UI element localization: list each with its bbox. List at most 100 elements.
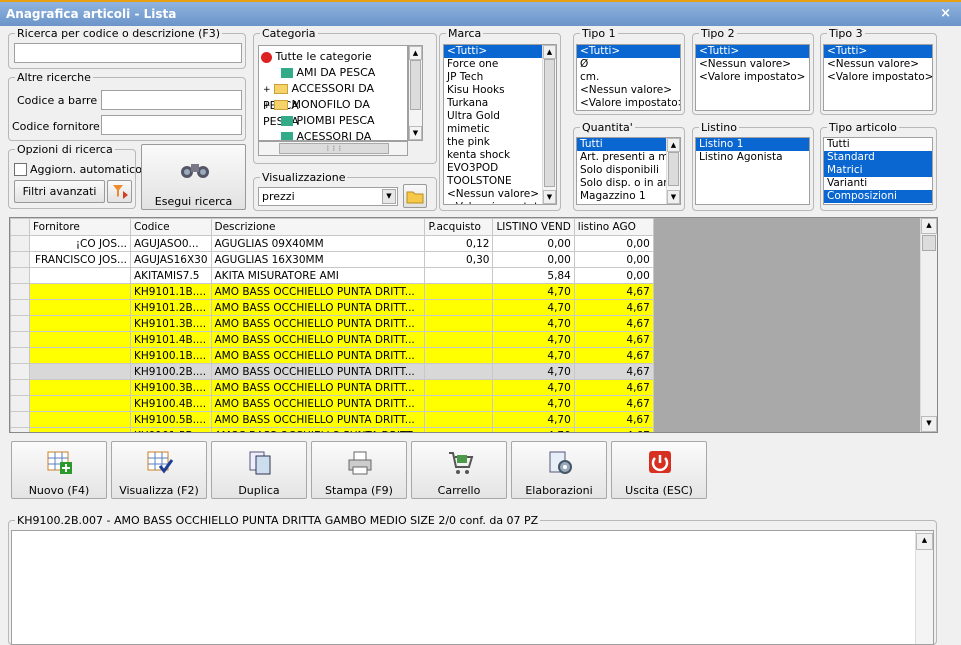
cell-p[interactable] [424, 395, 494, 412]
cell-c[interactable]: KH9101.3B.... [130, 315, 212, 332]
cell-v[interactable]: 5,84 [492, 267, 575, 284]
quantity-list[interactable]: TuttiArt. presenti a magazzinoSolo dispo… [576, 137, 681, 205]
cell-a[interactable]: 4,67 [573, 315, 654, 332]
cell-v[interactable]: 4,70 [492, 299, 575, 316]
row-header[interactable] [10, 251, 30, 268]
cell-c[interactable]: KH9101.2B.... [130, 299, 212, 316]
detail-textarea[interactable]: ▲ [11, 530, 934, 645]
view-folder-button[interactable] [403, 184, 427, 208]
tree-node-ami[interactable]: AMI DA PESCA [281, 65, 375, 81]
row-header[interactable] [10, 267, 30, 284]
close-icon[interactable]: × [940, 6, 951, 21]
cell-v[interactable]: 4,70 [492, 395, 575, 412]
row-header[interactable] [10, 395, 30, 412]
supplier-code-input[interactable] [101, 115, 242, 135]
category-vscroll[interactable]: ▲ ▼ [408, 45, 423, 141]
cell-v[interactable]: 4,70 [492, 331, 575, 348]
col-fornitore[interactable]: Fornitore [29, 218, 131, 236]
table-row[interactable]: KH9101.2B.... AMO BASS OCCHIELLO PUNTA DR… [10, 299, 654, 316]
row-header[interactable] [10, 347, 30, 364]
list-item[interactable]: <Nessun valore> [444, 188, 556, 201]
row-header[interactable] [10, 315, 30, 332]
cell-f[interactable] [29, 315, 131, 332]
tree-node-acessori[interactable]: ACESSORI DA PESCA [281, 129, 407, 140]
cell-a[interactable]: 4,67 [573, 395, 654, 412]
list-item[interactable]: <Tutti> [696, 45, 809, 58]
cell-a[interactable]: 4,67 [573, 411, 654, 428]
cell-d[interactable]: AMO BASS OCCHIELLO PUNTA DRITT... [210, 363, 426, 380]
cell-v[interactable]: 4,70 [492, 427, 575, 432]
tree-node-monofilo[interactable]: + MONOFILO DA PESCA [263, 97, 407, 128]
cell-f[interactable] [29, 363, 131, 380]
cart-button[interactable]: Carrello [411, 441, 507, 499]
cell-v[interactable]: 4,70 [492, 411, 575, 428]
cell-p[interactable] [424, 427, 494, 432]
execute-search-button[interactable]: Esegui ricerca [141, 144, 246, 210]
row-header[interactable] [10, 427, 30, 432]
search-input[interactable] [14, 43, 242, 63]
cell-c[interactable]: KH9100.3B.... [130, 379, 212, 396]
tipo1-list[interactable]: <Tutti> Øcm. <Nessun valore> <Valore impost… [576, 44, 681, 111]
list-item[interactable]: <Nessun valore> [577, 84, 680, 97]
cell-a[interactable]: 0,00 [573, 235, 654, 252]
cell-f[interactable] [29, 347, 131, 364]
cell-f[interactable] [29, 283, 131, 300]
cell-p[interactable] [424, 379, 494, 396]
cell-f[interactable] [29, 427, 131, 432]
col-pacquisto[interactable]: P.acquisto [424, 218, 494, 236]
cell-f[interactable]: ¡CO JOS... [29, 235, 131, 252]
new-button[interactable]: Nuovo (F4) [11, 441, 107, 499]
cell-c[interactable]: KH9101.4B.... [130, 331, 212, 348]
cell-v[interactable]: 4,70 [492, 315, 575, 332]
cell-a[interactable]: 0,00 [573, 267, 654, 284]
cell-p[interactable] [424, 299, 494, 316]
list-item[interactable]: <Tutti> [444, 45, 556, 58]
list-item[interactable]: <Tutti> [824, 45, 932, 58]
cell-c[interactable]: AGUJAS16X30 [130, 251, 212, 268]
print-button[interactable]: Stampa (F9) [311, 441, 407, 499]
cell-v[interactable]: 0,00 [492, 235, 575, 252]
cell-c[interactable]: AKITAMIS7.5 [130, 267, 212, 284]
cell-d[interactable]: AMO BASS OCCHIELLO PUNTA DRITT... [210, 347, 426, 364]
list-item[interactable]: Solo disp. o in arrivo [577, 177, 680, 190]
cell-a[interactable]: 0,00 [573, 251, 654, 268]
expand-icon[interactable]: + [263, 85, 271, 95]
list-item[interactable]: mimetic [444, 123, 556, 136]
cell-f[interactable] [29, 299, 131, 316]
cell-d[interactable]: AMO BASS OCCHIELLO PUNTA DRITT... [210, 299, 426, 316]
view-select[interactable]: prezzi ▼ [258, 187, 398, 206]
list-item[interactable]: Standard [824, 151, 932, 164]
tree-node-accessori[interactable]: + ACCESSORI DA PESCA [263, 81, 407, 112]
chevron-down-icon[interactable]: ▼ [382, 189, 396, 204]
advanced-filters-button[interactable]: Filtri avanzati [14, 180, 105, 203]
cell-d[interactable]: AGUGLIAS 09X40MM [210, 235, 426, 252]
processing-button[interactable]: Elaborazioni [511, 441, 607, 499]
articles-grid[interactable]: Fornitore Codice Descrizione P.acquisto … [9, 217, 938, 433]
cell-p[interactable]: 0,12 [424, 235, 494, 252]
table-row[interactable]: KH9101.5B....AMOS BASS OCCHIELLO PUNTA D… [10, 427, 654, 432]
cell-p[interactable] [424, 347, 494, 364]
listino-list[interactable]: Listino 1 Listino Agonista [695, 137, 810, 205]
cell-c[interactable]: KH9100.5B.... [130, 411, 212, 428]
list-item[interactable]: kenta shock [444, 149, 556, 162]
cell-d[interactable]: AMO BASS OCCHIELLO PUNTA DRITT... [210, 283, 426, 300]
cell-v[interactable]: 0,00 [492, 251, 575, 268]
brand-scrollbar[interactable]: ▲ ▼ [542, 45, 556, 204]
cell-p[interactable] [424, 363, 494, 380]
row-header[interactable] [10, 363, 30, 380]
cell-d[interactable]: AGUGLIAS 16X30MM [210, 251, 426, 268]
cell-d[interactable]: AMO BASS OCCHIELLO PUNTA DRITT... [210, 315, 426, 332]
row-header[interactable] [10, 379, 30, 396]
list-item[interactable]: Tutti [824, 138, 932, 151]
row-header[interactable] [10, 235, 30, 252]
list-item[interactable]: Magazzino 1 [577, 190, 666, 203]
cell-a[interactable]: 4,67 [573, 363, 654, 380]
table-row[interactable]: AKITAMIS7.5 AKITA MISURATORE AMI 5,84 0,00 [10, 267, 654, 284]
view-button[interactable]: Visualizza (F2) [111, 441, 207, 499]
list-item[interactable]: Composizioni [824, 190, 932, 203]
row-header[interactable] [10, 283, 30, 300]
col-listino-vend[interactable]: LISTINO VEND [492, 218, 575, 236]
table-row[interactable]: KH9100.5B.... AMO BASS OCCHIELLO PUNTA DR… [10, 411, 654, 428]
list-item[interactable]: Listino 1 [696, 138, 809, 151]
cell-d[interactable]: AMO BASS OCCHIELLO PUNTA DRITT... [210, 379, 426, 396]
